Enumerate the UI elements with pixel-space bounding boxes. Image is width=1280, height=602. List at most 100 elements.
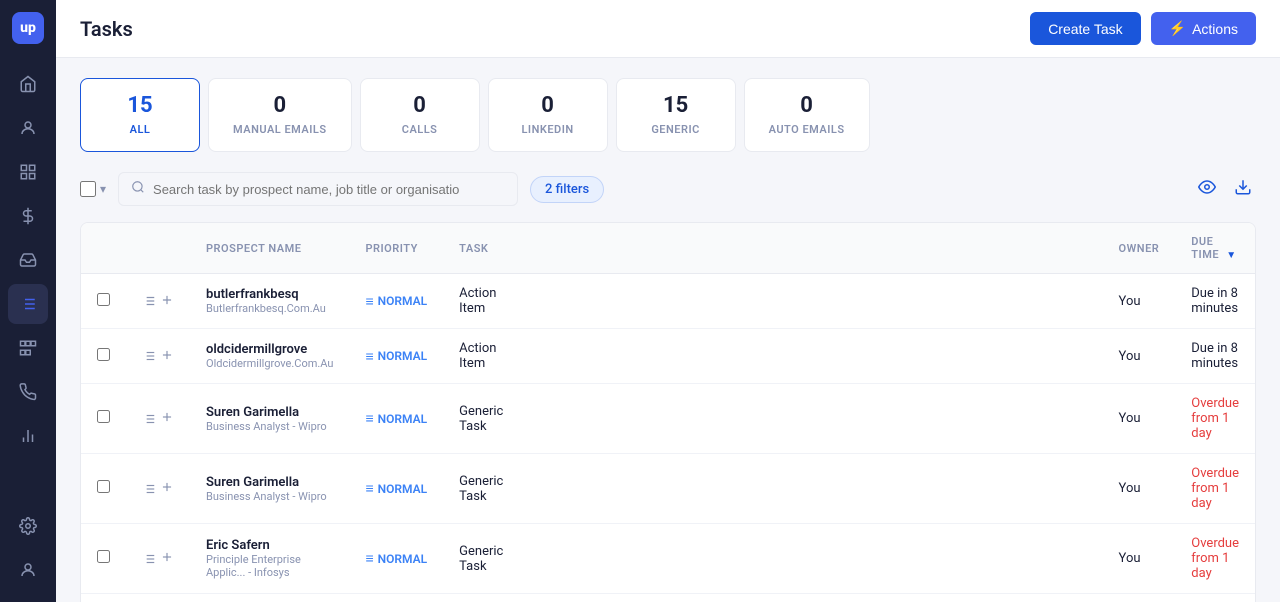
- row-add-icon[interactable]: [160, 409, 174, 428]
- th-prospect-name: PROSPECT NAME: [190, 223, 349, 274]
- row-checkbox-cell: [81, 274, 126, 329]
- pagination: Showing 1 - 10 of 15 ‹ ›: [81, 594, 1255, 602]
- table-row: butlerfrankbesq Butlerfrankbesq.Com.Au ≡…: [81, 274, 1255, 329]
- tab-generic[interactable]: 15 GENERIC: [616, 78, 736, 152]
- row-checkbox[interactable]: [97, 348, 110, 361]
- th-checkbox: [81, 223, 126, 274]
- task-cell: Generic Task: [443, 384, 519, 454]
- tab-all[interactable]: 15 ALL: [80, 78, 200, 152]
- priority-icon: ≡: [365, 293, 373, 310]
- row-checkbox[interactable]: [97, 293, 110, 306]
- tab-calls[interactable]: 0 CALLS: [360, 78, 480, 152]
- prospect-sub: Business Analyst - Wipro: [206, 420, 333, 433]
- create-task-button[interactable]: Create Task: [1030, 12, 1140, 45]
- owner-text: You: [1119, 481, 1141, 496]
- row-actions-cell: [126, 454, 190, 524]
- table-row: Suren Garimella Business Analyst - Wipro…: [81, 384, 1255, 454]
- sidebar-item-sequences[interactable]: [8, 328, 48, 368]
- sidebar-item-analytics[interactable]: [8, 416, 48, 456]
- row-menu-icon[interactable]: [142, 349, 156, 363]
- row-checkbox-cell: [81, 524, 126, 594]
- sidebar-item-tasks[interactable]: [8, 284, 48, 324]
- sidebar-item-dashboard[interactable]: [8, 152, 48, 192]
- row-add-icon[interactable]: [160, 479, 174, 498]
- sidebar: up: [0, 0, 56, 602]
- tab-calls-label: CALLS: [402, 123, 438, 136]
- row-menu-icon[interactable]: [142, 482, 156, 496]
- row-controls: [142, 549, 174, 568]
- priority-cell: ≡ NORMAL: [349, 454, 443, 524]
- priority-cell: ≡ NORMAL: [349, 384, 443, 454]
- row-checkbox[interactable]: [97, 550, 110, 563]
- tab-auto-emails-count: 0: [769, 93, 845, 118]
- spacer-cell: [519, 454, 1102, 524]
- prospect-name: Eric Safern: [206, 538, 333, 553]
- priority-icon: ≡: [365, 348, 373, 365]
- owner-text: You: [1119, 551, 1141, 566]
- tab-auto-emails[interactable]: 0 AUTO EMAILS: [744, 78, 870, 152]
- priority-badge: ≡ NORMAL: [365, 550, 427, 567]
- download-button[interactable]: [1230, 174, 1256, 205]
- tab-calls-count: 0: [385, 93, 455, 118]
- sidebar-item-revenue[interactable]: [8, 196, 48, 236]
- select-dropdown-button[interactable]: ▾: [100, 182, 106, 196]
- th-actions: [126, 223, 190, 274]
- due-time-cell: Due in 8 minutes: [1175, 329, 1255, 384]
- select-all-checkbox[interactable]: [80, 181, 96, 197]
- priority-cell: ≡ NORMAL: [349, 329, 443, 384]
- priority-icon: ≡: [365, 480, 373, 497]
- row-checkbox[interactable]: [97, 480, 110, 493]
- row-menu-icon[interactable]: [142, 294, 156, 308]
- th-due-time[interactable]: DUE TIME ▼: [1175, 223, 1255, 274]
- main-content: Tasks Create Task ⚡ Actions 15 ALL 0 MAN…: [56, 0, 1280, 602]
- due-time-text: Due in 8 minutes: [1191, 341, 1238, 371]
- priority-badge: ≡ NORMAL: [365, 410, 427, 427]
- content-area: 15 ALL 0 MANUAL EMAILS 0 CALLS 0 LINKEDI…: [56, 58, 1280, 602]
- row-add-icon[interactable]: [160, 347, 174, 366]
- due-time-text: Overdue from 1 day: [1191, 396, 1239, 441]
- sidebar-item-contacts[interactable]: [8, 108, 48, 148]
- prospect-sub: Butlerfrankbesq.Com.Au: [206, 302, 333, 315]
- row-actions-cell: [126, 274, 190, 329]
- actions-button[interactable]: ⚡ Actions: [1151, 12, 1256, 45]
- due-time-cell: Due in 8 minutes: [1175, 274, 1255, 329]
- row-menu-icon[interactable]: [142, 552, 156, 566]
- tab-generic-label: GENERIC: [651, 123, 700, 136]
- priority-cell: ≡ NORMAL: [349, 274, 443, 329]
- sidebar-item-calls[interactable]: [8, 372, 48, 412]
- sidebar-item-settings[interactable]: [8, 506, 48, 546]
- tab-manual-emails[interactable]: 0 MANUAL EMAILS: [208, 78, 352, 152]
- task-cell: Action Item: [443, 329, 519, 384]
- row-menu-icon[interactable]: [142, 412, 156, 426]
- row-checkbox-cell: [81, 454, 126, 524]
- search-icon: [131, 180, 145, 198]
- row-checkbox-cell: [81, 329, 126, 384]
- due-time-text: Overdue from 1 day: [1191, 466, 1239, 511]
- visibility-button[interactable]: [1194, 174, 1220, 205]
- tab-all-label: ALL: [130, 123, 151, 136]
- tab-linkedin[interactable]: 0 LINKEDIN: [488, 78, 608, 152]
- lightning-icon: ⚡: [1169, 20, 1186, 37]
- row-actions-cell: [126, 384, 190, 454]
- task-cell: Generic Task: [443, 454, 519, 524]
- task-cell: Generic Task: [443, 524, 519, 594]
- priority-badge: ≡ NORMAL: [365, 293, 427, 310]
- prospect-sub: Principle Enterprise Applic... - Infosys: [206, 553, 333, 579]
- sidebar-item-inbox[interactable]: [8, 240, 48, 280]
- priority-cell: ≡ NORMAL: [349, 524, 443, 594]
- row-add-icon[interactable]: [160, 549, 174, 568]
- filter-badge[interactable]: 2 filters: [530, 176, 604, 203]
- prospect-sub: Business Analyst - Wipro: [206, 490, 333, 503]
- search-input[interactable]: [153, 182, 505, 197]
- tasks-table-container: PROSPECT NAME PRIORITY TASK OWNER DUE TI…: [80, 222, 1256, 602]
- table-row: oldcidermillgrove Oldcidermillgrove.Com.…: [81, 329, 1255, 384]
- sidebar-item-home[interactable]: [8, 64, 48, 104]
- tasks-table: PROSPECT NAME PRIORITY TASK OWNER DUE TI…: [81, 223, 1255, 594]
- row-add-icon[interactable]: [160, 292, 174, 311]
- prospect-name: Suren Garimella: [206, 475, 333, 490]
- task-cell: Action Item: [443, 274, 519, 329]
- row-checkbox[interactable]: [97, 410, 110, 423]
- row-controls: [142, 409, 174, 428]
- owner-cell: You: [1103, 524, 1176, 594]
- sidebar-item-profile[interactable]: [8, 550, 48, 590]
